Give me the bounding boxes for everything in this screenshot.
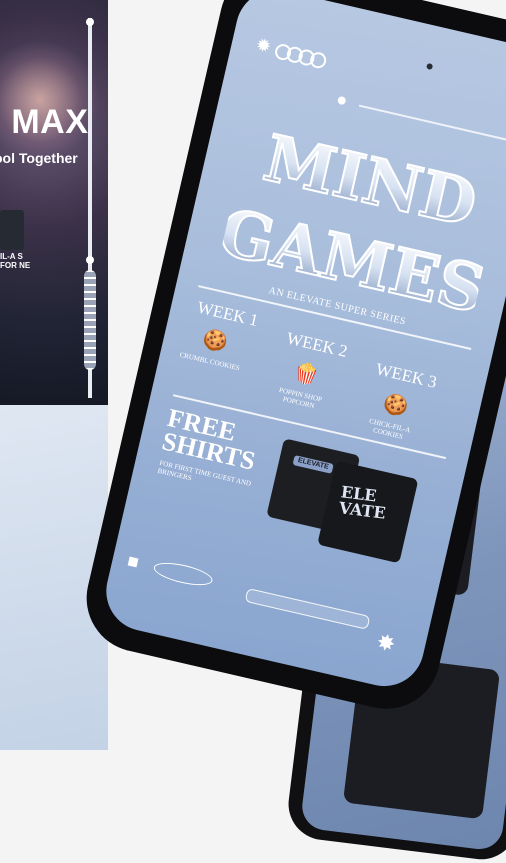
shirt-back-print: ELE VATE — [337, 482, 387, 523]
tshirt-back-image: ELE VATE — [317, 460, 419, 564]
popcorn-icon: 🍿 — [291, 361, 321, 389]
week-3-label: WEEK 3 — [374, 359, 439, 392]
indicator-dot — [336, 95, 347, 106]
phone-screen: ✹ MIND GAMES AN ELEVATE SUPER SERIES WEE… — [98, 0, 506, 695]
rail-dot-mid — [86, 256, 94, 264]
oval-ring — [151, 558, 215, 590]
week-2-treat: POPPIN SHOP POPCORN — [278, 385, 323, 411]
poster-promo: IL-A S FOR NE — [0, 252, 31, 270]
cookie-icon: 🍪 — [380, 391, 411, 419]
mind-games-logo: MIND GAMES — [216, 120, 493, 330]
progress-bar — [244, 587, 371, 630]
sparkle-icon: ✸ — [374, 628, 398, 658]
week-2-label: WEEK 2 — [284, 328, 350, 361]
sparkle-icon: ✹ — [254, 34, 274, 58]
stage-light — [0, 40, 100, 160]
square-marker — [127, 556, 139, 568]
coil-graphic — [84, 270, 96, 370]
main-phone: ✹ MIND GAMES AN ELEVATE SUPER SERIES WEE… — [75, 0, 506, 720]
poster-subtitle: ool Together — [0, 150, 78, 166]
poster-title: s MAX — [0, 103, 89, 141]
rail-dot-top — [86, 18, 94, 26]
cookie-icon: 🍪 — [200, 327, 230, 355]
shirt-front-print: ELEVATE — [292, 455, 334, 474]
shirt-thumbnail — [0, 210, 24, 250]
concert-poster: s MAX ool Together IL-A S FOR NE — [0, 0, 108, 412]
week-1-treat: CRUMBL COOKIES — [178, 350, 241, 373]
rings-icon — [273, 42, 328, 70]
